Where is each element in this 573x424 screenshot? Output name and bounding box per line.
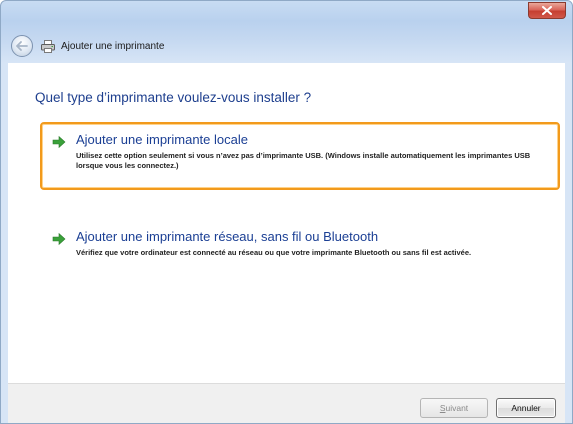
- option-add-local-printer[interactable]: Ajouter une imprimante locale Utilisez c…: [40, 122, 560, 190]
- option-title: Ajouter une imprimante locale: [76, 132, 248, 147]
- header-bar: Ajouter une imprimante: [1, 29, 572, 63]
- printer-icon: [41, 39, 55, 53]
- back-arrow-icon: [16, 41, 28, 51]
- close-icon: [542, 6, 552, 15]
- window-title: Ajouter une imprimante: [61, 40, 165, 52]
- green-arrow-icon: [52, 232, 66, 246]
- content-area: Quel type d’imprimante voulez-vous insta…: [8, 63, 565, 383]
- next-button[interactable]: Suivant: [420, 398, 488, 418]
- close-button[interactable]: [528, 2, 566, 19]
- cancel-button[interactable]: Annuler: [496, 398, 556, 418]
- green-arrow-icon: [52, 135, 66, 149]
- option-title: Ajouter une imprimante réseau, sans fil …: [76, 229, 379, 244]
- wizard-window: Ajouter une imprimante Quel type d’impri…: [0, 0, 573, 424]
- page-heading: Quel type d’imprimante voulez-vous insta…: [35, 90, 312, 105]
- footer-bar: Suivant Annuler: [8, 383, 565, 423]
- next-button-label: uivant: [445, 403, 469, 413]
- option-description: Vérifiez que votre ordinateur est connec…: [76, 248, 472, 257]
- option-add-network-printer[interactable]: Ajouter une imprimante réseau, sans fil …: [40, 219, 560, 287]
- back-button[interactable]: [11, 35, 33, 57]
- option-description: Utilisez cette option seulement si vous …: [76, 151, 531, 170]
